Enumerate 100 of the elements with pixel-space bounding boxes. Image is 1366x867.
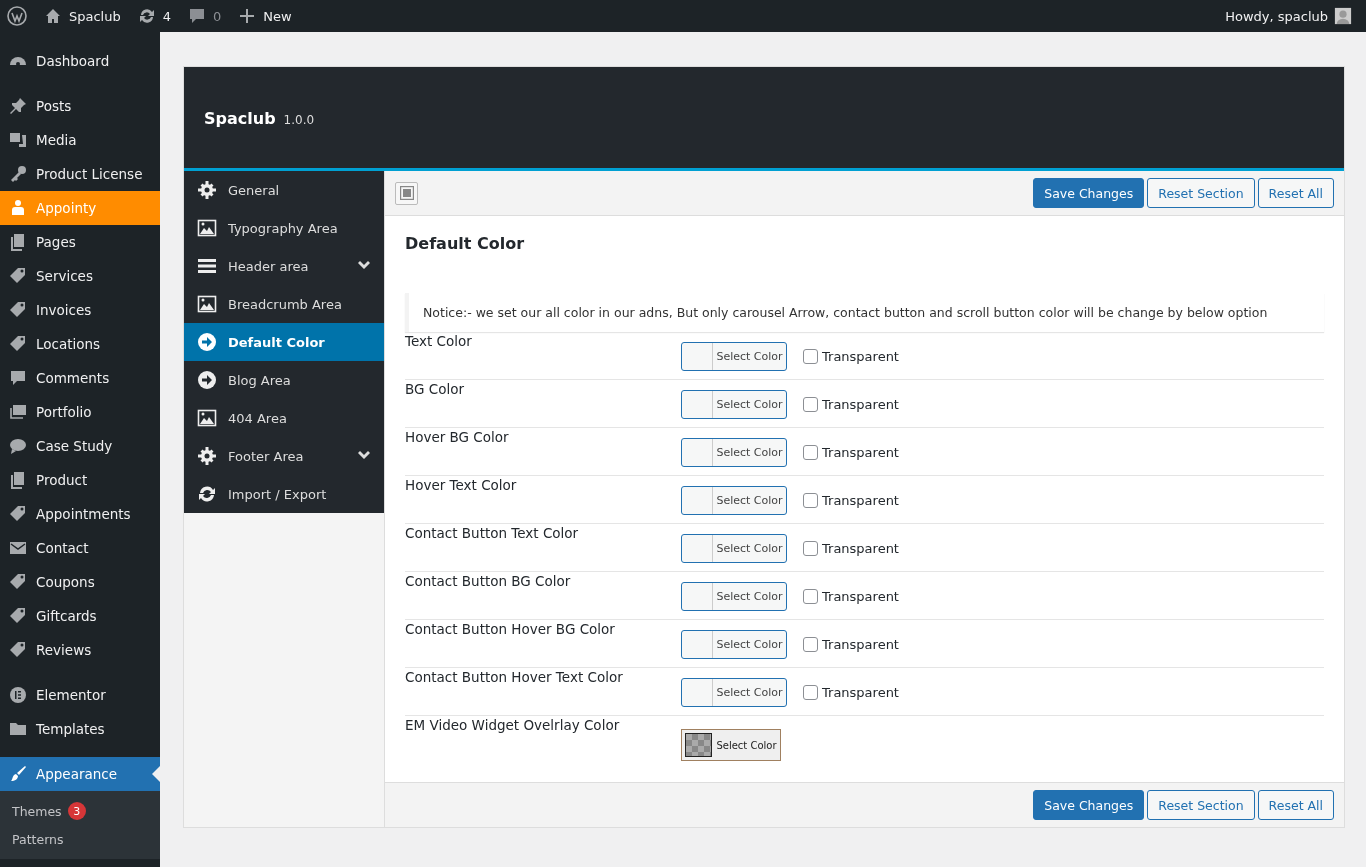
- site-link[interactable]: Spaclub: [35, 0, 129, 32]
- transparent-checkbox[interactable]: Transparent: [803, 540, 899, 556]
- count-badge: 3: [67, 802, 86, 820]
- menu-item[interactable]: Pages: [0, 225, 160, 259]
- menu-item[interactable]: Coupons: [0, 565, 160, 599]
- menu-item[interactable]: Comments: [0, 361, 160, 395]
- updates-link[interactable]: 4: [128, 0, 179, 32]
- reset-button[interactable]: Reset Section: [1147, 790, 1255, 820]
- menu-item[interactable]: Portfolio: [0, 395, 160, 429]
- color-picker-button[interactable]: Select Color: [681, 729, 781, 761]
- field-label: Contact Button BG Color: [405, 572, 572, 591]
- version-text: 1.0.0: [283, 113, 315, 127]
- section-tab[interactable]: Footer Area: [184, 437, 384, 475]
- field-label: Text Color: [405, 332, 473, 351]
- bars-icon: [197, 256, 217, 276]
- menu-item[interactable]: Services: [0, 259, 160, 293]
- paintbrush-icon: [8, 764, 28, 784]
- comments-link[interactable]: 0: [179, 0, 230, 32]
- reset-button[interactable]: Reset Section: [1147, 178, 1255, 208]
- new-link[interactable]: New: [229, 0, 300, 32]
- section-tab[interactable]: Import / Export: [184, 475, 384, 513]
- image-icon: [197, 294, 217, 314]
- color-picker-button[interactable]: Select Color: [681, 533, 787, 563]
- tag-icon: [8, 266, 28, 286]
- menu-item[interactable]: Posts: [0, 89, 160, 123]
- field-label: EM Video Widget Ovelrlay Color: [405, 716, 621, 735]
- menu-item[interactable]: Reviews: [0, 633, 160, 667]
- section-tab[interactable]: Default Color: [184, 323, 384, 361]
- tag-icon: [8, 300, 28, 320]
- speech-bubble-icon: [187, 6, 207, 26]
- notice-text: Notice:- we set our all color in our adns, But only carousel Arrow, contact button and scroll button color will be change by below option: [405, 293, 1324, 332]
- field-label: Hover BG Color: [405, 428, 510, 447]
- chat-bubble-icon: [8, 436, 28, 456]
- wordpress-logo-icon[interactable]: [7, 6, 27, 26]
- color-picker-button[interactable]: Select Color: [681, 341, 787, 371]
- menu-item[interactable]: Contact: [0, 531, 160, 565]
- tag-icon: [8, 640, 28, 660]
- submenu-item[interactable]: Themes 3: [0, 797, 160, 825]
- reset-button[interactable]: Reset All: [1257, 178, 1334, 208]
- menu-item[interactable]: Appointments: [0, 497, 160, 531]
- field-label: Hover Text Color: [405, 476, 518, 495]
- avatar-icon: [1334, 7, 1352, 25]
- menu-item[interactable]: Templates: [0, 712, 160, 746]
- pushpin-icon: [8, 96, 28, 116]
- section-tab[interactable]: Header area: [184, 247, 384, 285]
- menu-item[interactable]: Product License: [0, 157, 160, 191]
- field-label: Contact Button Hover BG Color: [405, 620, 616, 639]
- color-picker-button[interactable]: Select Color: [681, 437, 787, 467]
- account-link[interactable]: Howdy, spaclub: [1217, 0, 1366, 32]
- tag-icon: [8, 504, 28, 524]
- layout-toggle-button[interactable]: [395, 181, 418, 205]
- color-picker-button[interactable]: Select Color: [681, 389, 787, 419]
- menu-item[interactable]: Giftcards: [0, 599, 160, 633]
- menu-item[interactable]: Media: [0, 123, 160, 157]
- section-heading: Default Color: [405, 234, 526, 253]
- gear-icon: [197, 446, 217, 466]
- transparent-checkbox[interactable]: Transparent: [803, 444, 899, 460]
- menu-item[interactable]: Case Study: [0, 429, 160, 463]
- speech-bubble-icon: [8, 368, 28, 388]
- menu-item[interactable]: Elementor: [0, 678, 160, 712]
- color-picker-button[interactable]: Select Color: [681, 485, 787, 515]
- color-picker-button[interactable]: Select Color: [681, 581, 787, 611]
- field-label: Contact Button Hover Text Color: [405, 668, 624, 687]
- tag-icon: [8, 606, 28, 626]
- menu-item[interactable]: Invoices: [0, 293, 160, 327]
- section-tab[interactable]: General: [184, 171, 384, 209]
- tag-icon: [8, 572, 28, 592]
- transparent-checkbox[interactable]: Transparent: [803, 492, 899, 508]
- section-tab[interactable]: 404 Area: [184, 399, 384, 437]
- tag-icon: [8, 334, 28, 354]
- transparent-checkbox[interactable]: Transparent: [803, 348, 899, 364]
- refresh-icon: [197, 484, 217, 504]
- section-tab[interactable]: Blog Area: [184, 361, 384, 399]
- elementor-icon: [8, 685, 28, 705]
- menu-item[interactable]: Locations: [0, 327, 160, 361]
- save-button[interactable]: Save Changes: [1033, 790, 1145, 820]
- color-picker-button[interactable]: Select Color: [681, 629, 787, 659]
- transparent-checkbox[interactable]: Transparent: [803, 684, 899, 700]
- gear-icon: [197, 180, 217, 200]
- transparent-checkbox[interactable]: Transparent: [803, 396, 899, 412]
- field-label: Contact Button Text Color: [405, 524, 580, 543]
- transparent-checkbox[interactable]: Transparent: [803, 636, 899, 652]
- image-icon: [197, 218, 217, 238]
- panel-title: Spaclub: [204, 109, 276, 128]
- menu-item[interactable]: Product: [0, 463, 160, 497]
- image-icon: [197, 408, 217, 428]
- media-icon: [8, 130, 28, 150]
- reset-button[interactable]: Reset All: [1257, 790, 1334, 820]
- menu-item[interactable]: Appearance: [0, 757, 160, 791]
- menu-item[interactable]: Dashboard: [0, 44, 160, 78]
- save-button[interactable]: Save Changes: [1033, 178, 1145, 208]
- arrow-circle-icon: [197, 332, 217, 352]
- color-picker-button[interactable]: Select Color: [681, 677, 787, 707]
- section-tab[interactable]: Breadcrumb Area: [184, 285, 384, 323]
- section-tab[interactable]: Typography Area: [184, 209, 384, 247]
- arrow-circle-icon: [197, 370, 217, 390]
- submenu-item[interactable]: Patterns: [0, 825, 160, 853]
- image-stack-icon: [8, 402, 28, 422]
- field-label: BG Color: [405, 380, 466, 399]
- transparent-checkbox[interactable]: Transparent: [803, 588, 899, 604]
